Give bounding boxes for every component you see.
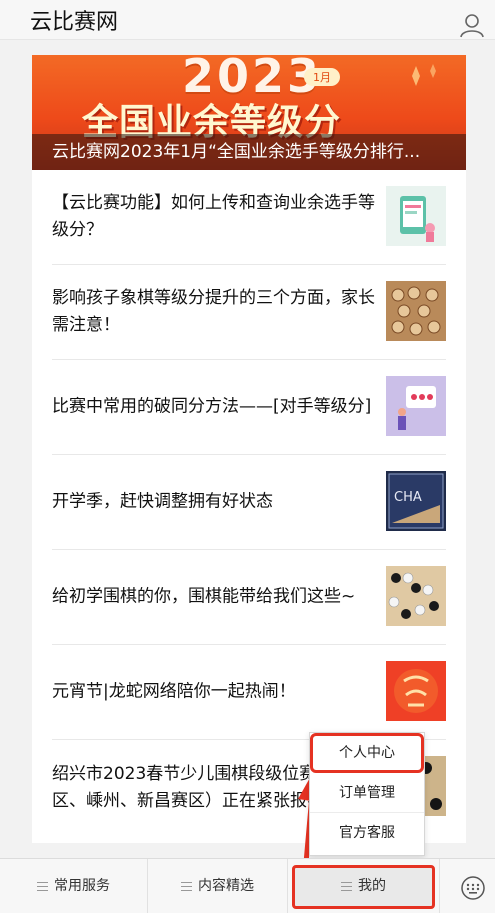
ranking-illustration-icon[interactable] [386,376,446,436]
tab-featured-content[interactable]: 内容精选 [148,859,288,913]
menu-icon [181,881,192,891]
menu-icon [37,881,48,891]
article-title[interactable]: 比赛中常用的破同分方法——[对手等级分] [52,394,382,421]
user-icon[interactable] [459,12,485,38]
menu-item-orders[interactable]: 订单管理 [310,773,424,813]
tab-common-services[interactable]: 常用服务 [0,859,148,913]
article-title[interactable]: 元宵节|龙蛇网络陪你一起热闹！ [52,679,382,706]
list-item[interactable]: 给初学围棋的你，围棋能带给我们这些~ [52,550,446,645]
content-card: 2023 1月 全国业余等级分 云比赛网2023年1月“全国业余选手等级分排行.… [32,55,466,843]
list-item[interactable]: 比赛中常用的破同分方法——[对手等级分] [52,360,446,455]
tab-label: 常用服务 [54,878,110,894]
tab-mine[interactable]: 我的 [288,859,440,913]
sparkle-icon [412,64,436,86]
keyboard-icon[interactable] [461,876,485,900]
article-title[interactable]: 影响孩子象棋等级分提升的三个方面，家长需注意！ [52,285,382,339]
menu-icon [341,881,352,891]
menu-item-customer-service[interactable]: 官方客服 [310,813,424,853]
chess-board-photo-icon[interactable] [386,281,446,341]
svg-text:CHA: CHA [394,490,422,505]
list-item[interactable]: 元宵节|龙蛇网络陪你一起热闹！ [52,645,446,740]
page-title: 云比赛网 [30,10,119,35]
banner-month-badge: 1月 [304,68,340,86]
go-board-photo-icon[interactable] [386,566,446,626]
menu-item-personal-center[interactable]: 个人中心 [310,733,424,773]
bottom-tab-bar: 常用服务 内容精选 我的 [0,858,495,913]
list-item[interactable]: 开学季，赶快调整拥有好状态 CHA [52,455,446,550]
article-title[interactable]: 【云比赛功能】如何上传和查询业余选手等级分？ [52,190,382,244]
list-item[interactable]: 影响孩子象棋等级分提升的三个方面，家长需注意！ [52,265,446,360]
phone-illustration-icon[interactable] [386,186,446,246]
featured-banner[interactable]: 2023 1月 全国业余等级分 云比赛网2023年1月“全国业余选手等级分排行.… [32,55,466,170]
article-title[interactable]: 开学季，赶快调整拥有好状态 [52,489,382,516]
profile-dropdown-menu: 个人中心 订单管理 官方客服 [309,732,425,856]
lantern-festival-graphic-icon[interactable] [386,661,446,721]
page: 云比赛网 2023 1月 全国业余等级分 云比赛网2023年1月“全国业余选手等… [0,0,495,913]
article-title[interactable]: 给初学围棋的你，围棋能带给我们这些~ [52,584,382,611]
header: 云比赛网 [0,0,495,40]
tab-label: 我的 [358,878,386,894]
tab-label: 内容精选 [198,878,254,894]
banner-caption[interactable]: 云比赛网2023年1月“全国业余选手等级分排行... [32,134,466,170]
list-item[interactable]: 【云比赛功能】如何上传和查询业余选手等级分？ [52,170,446,265]
chart-graphic-icon[interactable]: CHA [386,471,446,531]
